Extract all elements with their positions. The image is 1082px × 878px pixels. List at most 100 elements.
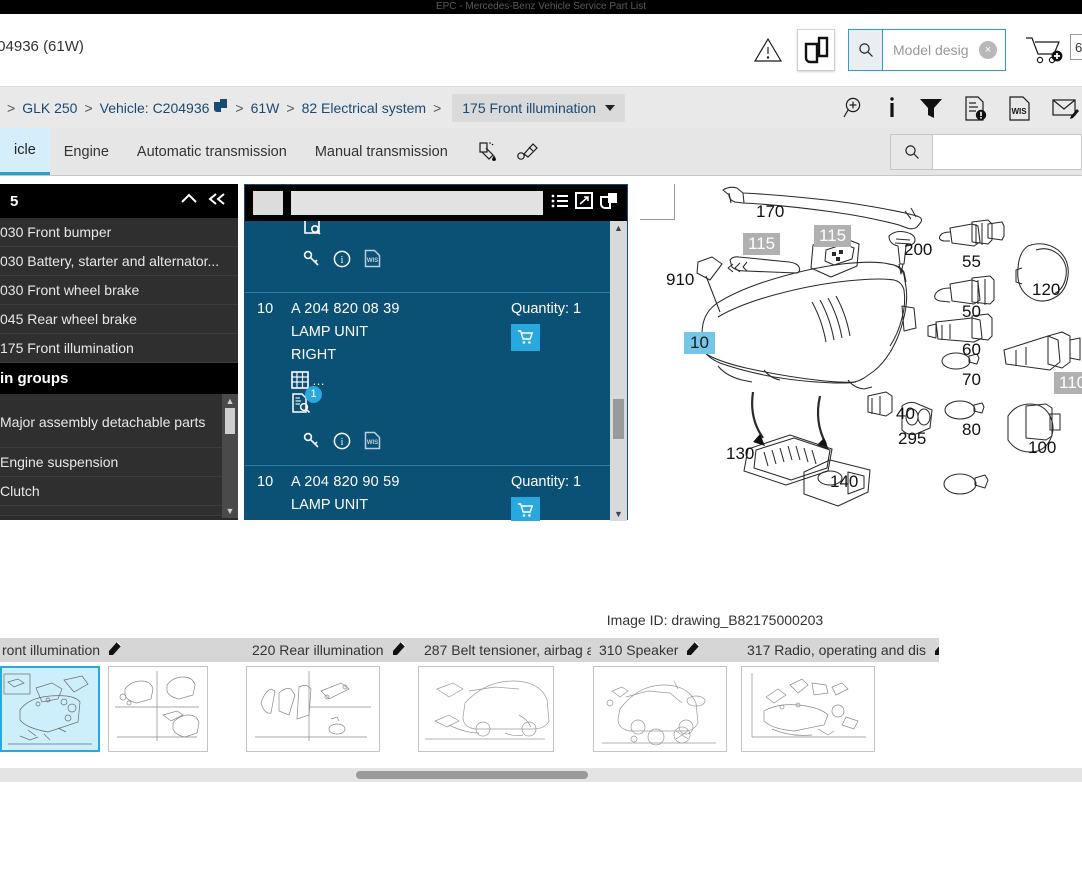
thumbnail-front-illumination-2[interactable] bbox=[108, 666, 208, 752]
callout-60[interactable]: 60 bbox=[962, 340, 981, 360]
scroll-up-icon[interactable]: ▲ bbox=[226, 394, 235, 408]
callout-10[interactable]: 10 bbox=[684, 332, 715, 354]
key-icon[interactable] bbox=[303, 432, 320, 454]
group-item-front-bumper[interactable]: 030 Front bumper bbox=[0, 218, 238, 247]
chevron-up-icon[interactable] bbox=[180, 192, 198, 211]
thumb-group-header[interactable]: 310 Speaker bbox=[591, 638, 739, 662]
paint-code-icon[interactable] bbox=[476, 140, 500, 164]
parts-filter-button[interactable] bbox=[253, 191, 283, 215]
callout-70[interactable]: 70 bbox=[962, 370, 981, 390]
double-chevron-left-icon[interactable] bbox=[208, 192, 228, 211]
header-edge-fragment[interactable]: 6 bbox=[1070, 34, 1082, 60]
table-row[interactable]: i WIS bbox=[245, 221, 627, 293]
callout-910[interactable]: 910 bbox=[666, 270, 694, 290]
wis-icon[interactable]: WIS bbox=[364, 249, 381, 273]
parts-list-scrollbar[interactable]: ▲ ▼ bbox=[610, 221, 627, 521]
wis-document-icon[interactable]: WIS bbox=[1008, 95, 1032, 122]
breadcrumb-current-dropdown[interactable]: 175 Front illumination bbox=[452, 93, 626, 122]
breadcrumb-item-vehicle[interactable]: Vehicle: C204936 bbox=[100, 100, 210, 116]
callout-110[interactable]: 110 bbox=[1054, 372, 1082, 394]
list-view-icon[interactable] bbox=[551, 193, 569, 214]
cart-add-icon[interactable] bbox=[1022, 30, 1068, 70]
table-row[interactable]: 10 A 204 820 08 39 LAMP UNIT RIGHT … 1 Q… bbox=[245, 293, 627, 466]
expand-icon[interactable] bbox=[575, 192, 593, 214]
copy-pages-icon[interactable] bbox=[797, 29, 835, 71]
edit-icon[interactable] bbox=[392, 641, 407, 659]
scroll-down-icon[interactable]: ▼ bbox=[226, 504, 235, 518]
scrollbar-thumb[interactable] bbox=[225, 408, 235, 434]
breadcrumb-item-code[interactable]: 61W bbox=[251, 100, 280, 116]
document-alert-icon[interactable] bbox=[964, 95, 988, 122]
parts-search-box[interactable] bbox=[890, 134, 1082, 170]
breadcrumb-item-model[interactable]: GLK 250 bbox=[22, 100, 77, 116]
part-number[interactable]: A 204 820 08 39 bbox=[291, 301, 511, 317]
duplicate-icon[interactable] bbox=[599, 192, 619, 214]
tab-engine[interactable]: Engine bbox=[50, 128, 123, 175]
thumb-group-header[interactable]: 317 Radio, operating and dis bbox=[739, 638, 939, 662]
callout-130[interactable]: 130 bbox=[726, 444, 754, 464]
main-group-item-clutch[interactable]: Clutch bbox=[0, 477, 238, 506]
warning-triangle-icon[interactable] bbox=[751, 30, 785, 70]
thumbnail-rear-illumination-1[interactable] bbox=[246, 666, 380, 752]
zoom-in-icon[interactable] bbox=[842, 95, 866, 121]
callout-115-right[interactable]: 115 bbox=[814, 225, 852, 247]
mail-edit-icon[interactable] bbox=[1052, 95, 1080, 121]
wis-icon[interactable]: WIS bbox=[364, 431, 381, 455]
callout-55[interactable]: 55 bbox=[962, 252, 981, 272]
upholstery-code-icon[interactable] bbox=[516, 140, 540, 164]
part-table-link[interactable]: … bbox=[291, 371, 511, 389]
tab-automatic-transmission[interactable]: Automatic transmission bbox=[123, 128, 301, 175]
illustration-thumbnail-strip[interactable]: ront illumination 220 Rear illumination … bbox=[0, 638, 1082, 768]
clear-search-icon[interactable]: × bbox=[979, 41, 997, 59]
callout-100[interactable]: 100 bbox=[1028, 438, 1056, 458]
scrollbar-thumb[interactable] bbox=[613, 399, 624, 439]
parts-list[interactable]: i WIS 10 A 204 820 08 39 LAMP UNIT RIGHT bbox=[245, 221, 627, 521]
parts-search-input[interactable] bbox=[933, 135, 1081, 169]
callout-50[interactable]: 50 bbox=[962, 302, 981, 322]
callout-200[interactable]: 200 bbox=[904, 240, 932, 260]
scroll-up-icon[interactable]: ▲ bbox=[610, 223, 627, 233]
copy-icon[interactable] bbox=[213, 98, 228, 118]
thumb-group-header[interactable]: 220 Rear illumination bbox=[244, 638, 416, 662]
add-to-cart-button[interactable] bbox=[511, 497, 540, 521]
tab-vehicle[interactable]: icle bbox=[0, 128, 50, 175]
group-item-front-wheel-brake[interactable]: 030 Front wheel brake bbox=[0, 276, 238, 305]
edit-icon[interactable] bbox=[934, 641, 939, 659]
thumbnail-belt-tensioner-1[interactable] bbox=[418, 666, 554, 752]
callout-80[interactable]: 80 bbox=[962, 420, 981, 440]
info-icon[interactable] bbox=[886, 95, 898, 121]
group-item-front-illumination[interactable]: 175 Front illumination bbox=[0, 334, 238, 363]
thumbnail-speaker-1[interactable] bbox=[593, 666, 727, 752]
search-icon[interactable] bbox=[891, 135, 933, 169]
key-icon[interactable] bbox=[303, 250, 320, 272]
part-number[interactable]: A 204 820 90 59 bbox=[291, 474, 511, 490]
callout-140[interactable]: 140 bbox=[830, 472, 858, 492]
table-row[interactable]: 10 A 204 820 90 59 LAMP UNIT Quantity: 1 bbox=[245, 466, 627, 521]
info-circle-icon[interactable]: i bbox=[333, 250, 351, 273]
thumb-group-header[interactable]: 287 Belt tensioner, airbag and side airb… bbox=[416, 638, 591, 662]
callout-115-left[interactable]: 115 bbox=[743, 233, 781, 255]
parts-filter-input[interactable] bbox=[291, 191, 543, 215]
edit-icon[interactable] bbox=[108, 641, 123, 659]
info-circle-icon[interactable]: i bbox=[333, 432, 351, 455]
thumbnail-strip-scrollbar[interactable] bbox=[0, 768, 1082, 782]
part-document-link[interactable]: 1 bbox=[291, 386, 322, 419]
callout-40[interactable]: 40 bbox=[896, 404, 915, 424]
tab-manual-transmission[interactable]: Manual transmission bbox=[301, 128, 462, 175]
group-item-rear-wheel-brake[interactable]: 045 Rear wheel brake bbox=[0, 305, 238, 334]
add-to-cart-button[interactable] bbox=[511, 324, 540, 351]
callout-120[interactable]: 120 bbox=[1032, 280, 1060, 300]
thumbnail-front-illumination-1[interactable] bbox=[0, 666, 100, 752]
thumb-group-header[interactable]: ront illumination bbox=[0, 638, 244, 662]
group-item-battery-starter-alternator[interactable]: 030 Battery, starter and alternator... bbox=[0, 247, 238, 276]
callout-295[interactable]: 295 bbox=[898, 429, 926, 449]
main-group-item-partial[interactable] bbox=[0, 506, 238, 516]
main-group-item-engine-suspension[interactable]: Engine suspension bbox=[0, 448, 238, 477]
scroll-down-icon[interactable]: ▼ bbox=[610, 509, 627, 519]
model-search-box[interactable]: Model desig × bbox=[848, 29, 1006, 71]
model-search-input[interactable]: Model desig × bbox=[883, 30, 1005, 70]
thumbnail-radio-1[interactable] bbox=[741, 666, 875, 752]
breadcrumb-item-group[interactable]: 82 Electrical system bbox=[302, 100, 426, 116]
search-icon[interactable] bbox=[849, 30, 883, 70]
group-list-scrollbar[interactable]: ▲ ▼ bbox=[222, 394, 238, 518]
